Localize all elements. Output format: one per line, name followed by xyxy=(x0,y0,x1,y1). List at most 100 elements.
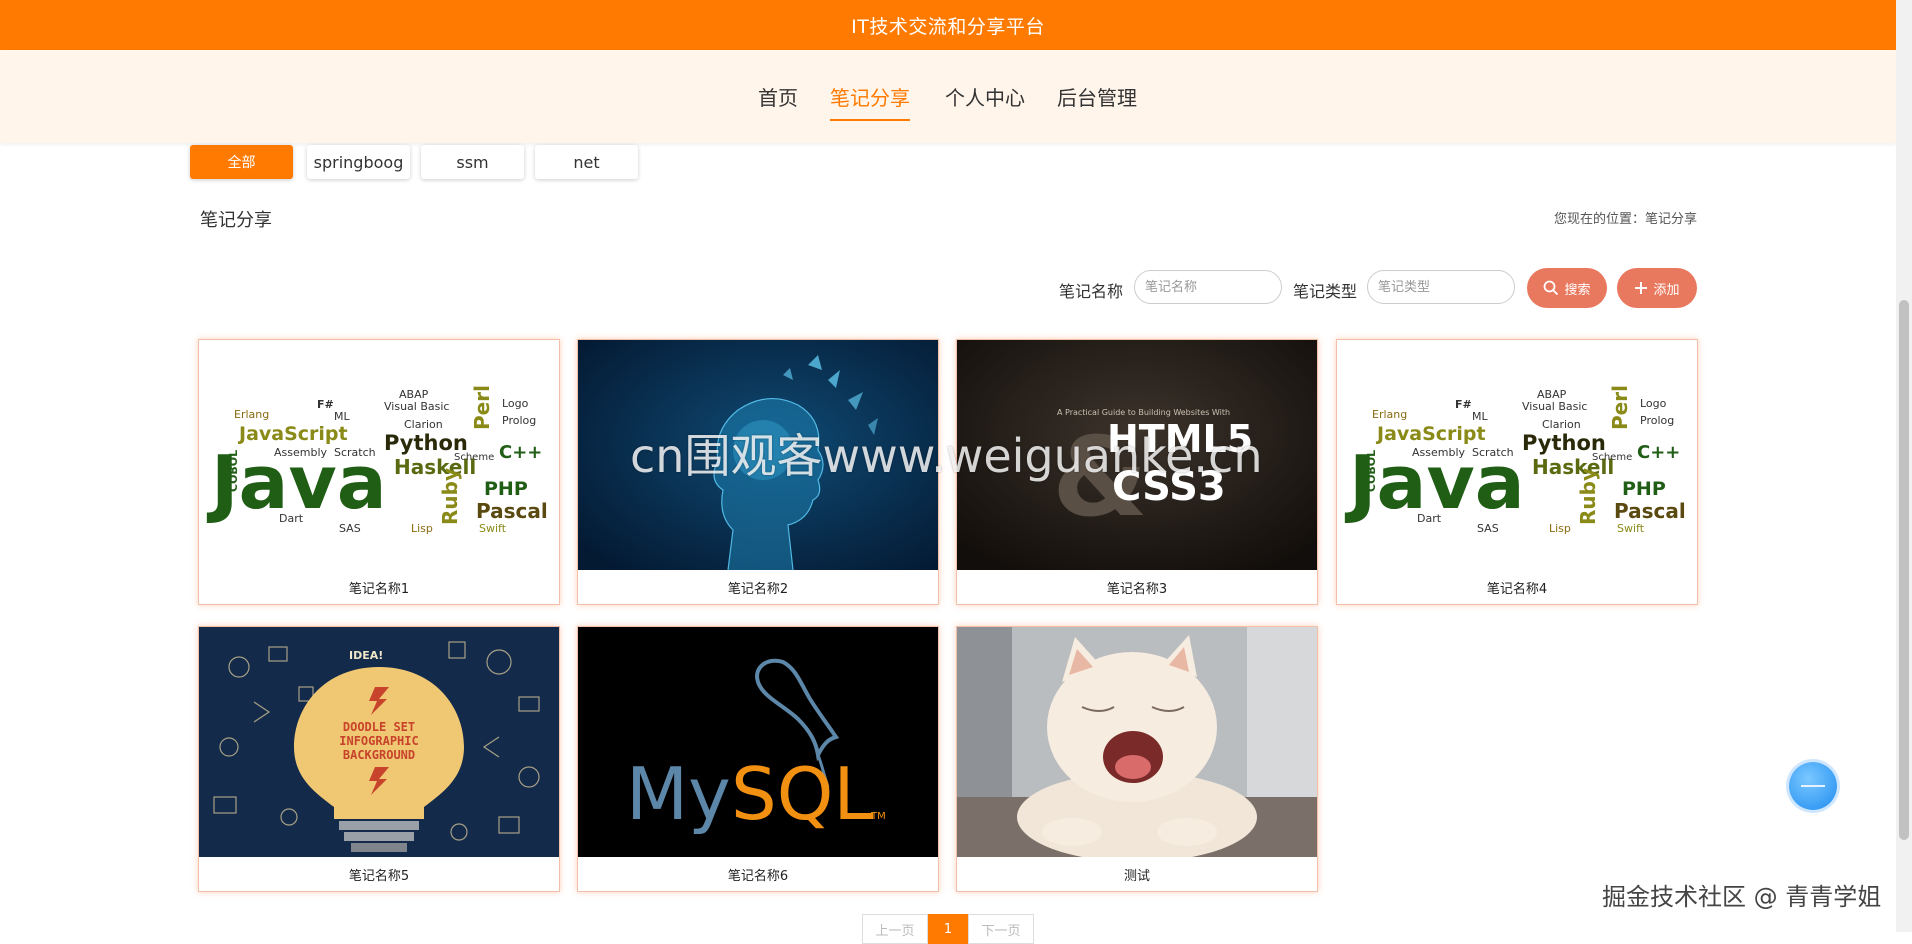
note-card-title: 笔记名称1 xyxy=(348,581,410,597)
thumb-text: C++ xyxy=(1637,442,1680,463)
thumb-text: F# xyxy=(1455,398,1472,411)
note-name-label: 笔记名称 xyxy=(1059,282,1124,301)
note-card-5[interactable]: DOODLE SET INFOGRAPHIC BACKGROUND IDEA! … xyxy=(198,626,560,892)
thumb-text: BACKGROUND xyxy=(343,748,415,762)
thumb-text: COBOL xyxy=(1365,450,1378,492)
page-scrollbar[interactable] xyxy=(1896,0,1912,932)
java-wordcloud-image: Java JavaScript Python Haskell PHP Pasca… xyxy=(1337,340,1697,570)
thumb-text: SQL xyxy=(731,752,874,836)
thumb-text: CSS3 xyxy=(1112,464,1226,510)
thumb-text: Logo xyxy=(1640,397,1667,410)
thumb-text: Clarion xyxy=(1542,418,1581,431)
thumb-text: COBOL xyxy=(227,450,240,492)
note-card-title: 测试 xyxy=(1123,868,1150,884)
note-card-7[interactable]: 测试 xyxy=(956,626,1318,892)
note-card-title: 笔记名称2 xyxy=(727,581,789,597)
breadcrumb: 您现在的位置：笔记分享 xyxy=(1553,212,1697,227)
thumb-text: Perl xyxy=(470,385,494,430)
scrollbar-thumb[interactable] xyxy=(1899,300,1909,840)
thumb-text: Lisp xyxy=(411,522,433,535)
thumb-text: Ruby xyxy=(1576,468,1600,525)
floating-assistant-button[interactable] xyxy=(1789,762,1837,810)
thumb-text: Perl xyxy=(1608,385,1632,430)
nav-profile[interactable]: 个人中心 xyxy=(945,82,1025,119)
html5-css3-book-image: A Practical Guide to Building Websites W… xyxy=(957,340,1317,570)
note-card-title: 笔记名称5 xyxy=(348,868,410,884)
thumb-text: JavaScript xyxy=(1375,423,1486,445)
note-card-1[interactable]: Java JavaScript Python Haskell PHP Pasca… xyxy=(198,339,560,605)
thumb-text: Lisp xyxy=(1549,522,1571,535)
thumb-text: Erlang xyxy=(1372,408,1407,421)
search-button[interactable]: 搜索 xyxy=(1527,268,1607,308)
thumb-text: Prolog xyxy=(1640,414,1674,427)
thumb-text: ML xyxy=(334,410,350,423)
site-title: IT技术交流和分享平台 xyxy=(851,15,1045,38)
thumb-text: DOODLE SET xyxy=(343,720,415,734)
thumb-text: Assembly xyxy=(1412,446,1466,459)
add-button-label: 添加 xyxy=(1653,282,1680,298)
thumb-text: Pascal xyxy=(1614,499,1686,523)
thumb-text: TM xyxy=(870,811,886,822)
page-1-button[interactable]: 1 xyxy=(928,914,968,944)
mysql-logo-image: My SQL TM xyxy=(578,627,938,857)
note-type-label: 笔记类型 xyxy=(1293,282,1358,301)
prev-page-button[interactable]: 上一页 xyxy=(862,914,928,944)
yawning-cat-image xyxy=(957,627,1317,857)
nav-notes[interactable]: 笔记分享 xyxy=(830,82,910,121)
nav-home[interactable]: 首页 xyxy=(758,82,798,119)
search-button-label: 搜索 xyxy=(1564,282,1591,298)
thumb-text: ML xyxy=(1472,410,1488,423)
pagination: 上一页 1 下一页 xyxy=(862,914,1034,944)
ai-head-image xyxy=(578,340,938,570)
note-type-input[interactable] xyxy=(1367,270,1515,304)
thumb-text: Visual Basic xyxy=(1522,400,1587,413)
thumb-text: PHP xyxy=(1622,478,1666,500)
note-card-3[interactable]: A Practical Guide to Building Websites W… xyxy=(956,339,1318,605)
nav-admin[interactable]: 后台管理 xyxy=(1057,82,1137,119)
thumb-text: Dart xyxy=(279,512,304,525)
java-wordcloud-image: Java JavaScript Python Haskell PHP Pasca… xyxy=(199,340,559,570)
thumb-text: Visual Basic xyxy=(384,400,449,413)
filter-springboog[interactable]: springboog xyxy=(307,145,410,179)
thumb-text: Swift xyxy=(1617,522,1645,535)
main-nav: 首页 笔记分享 个人中心 后台管理 xyxy=(0,50,1896,143)
thumb-text: SAS xyxy=(339,522,361,535)
thumb-text: IDEA! xyxy=(349,649,383,662)
filter-ssm[interactable]: ssm xyxy=(421,145,524,179)
thumb-text: JavaScript xyxy=(237,423,348,445)
next-page-button[interactable]: 下一页 xyxy=(968,914,1034,944)
author-watermark: 掘金技术社区 @ 青青学姐 xyxy=(1602,883,1882,911)
plus-icon xyxy=(1635,282,1648,294)
thumb-text: SAS xyxy=(1477,522,1499,535)
note-card-title: 笔记名称3 xyxy=(1106,581,1168,597)
thumb-text: Logo xyxy=(502,397,529,410)
thumb-text: Assembly xyxy=(274,446,328,459)
thumb-text: F# xyxy=(317,398,334,411)
filter-net[interactable]: net xyxy=(535,145,638,179)
add-button[interactable]: 添加 xyxy=(1617,268,1697,308)
site-header: IT技术交流和分享平台 xyxy=(0,0,1896,50)
thumb-text: C++ xyxy=(499,442,542,463)
thumb-text: Erlang xyxy=(234,408,269,421)
note-card-title: 笔记名称6 xyxy=(727,868,789,884)
thumb-text: HTML5 xyxy=(1107,417,1253,461)
note-card-6[interactable]: My SQL TM 笔记名称6 xyxy=(577,626,939,892)
thumb-text: Prolog xyxy=(502,414,536,427)
thumb-text: PHP xyxy=(484,478,528,500)
search-icon xyxy=(1544,280,1559,296)
thumb-text: Scratch xyxy=(1472,446,1514,459)
note-card-2[interactable]: 笔记名称2 xyxy=(577,339,939,605)
thumb-text: Scheme xyxy=(1592,452,1632,463)
note-name-input[interactable] xyxy=(1134,270,1282,304)
thumb-text: Swift xyxy=(479,522,507,535)
thumb-text: Dart xyxy=(1417,512,1442,525)
thumb-text: Ruby xyxy=(438,468,462,525)
thumb-text: My xyxy=(626,752,731,836)
note-card-4[interactable]: Java JavaScript Python Haskell PHP Pasca… xyxy=(1336,339,1698,605)
thumb-text: Pascal xyxy=(476,499,548,523)
note-card-title: 笔记名称4 xyxy=(1486,581,1548,597)
filter-all[interactable]: 全部 xyxy=(190,145,293,179)
thumb-text: INFOGRAPHIC xyxy=(339,734,418,748)
doodle-lightbulb-image: DOODLE SET INFOGRAPHIC BACKGROUND IDEA! xyxy=(199,627,559,857)
section-title: 笔记分享 xyxy=(200,210,272,231)
